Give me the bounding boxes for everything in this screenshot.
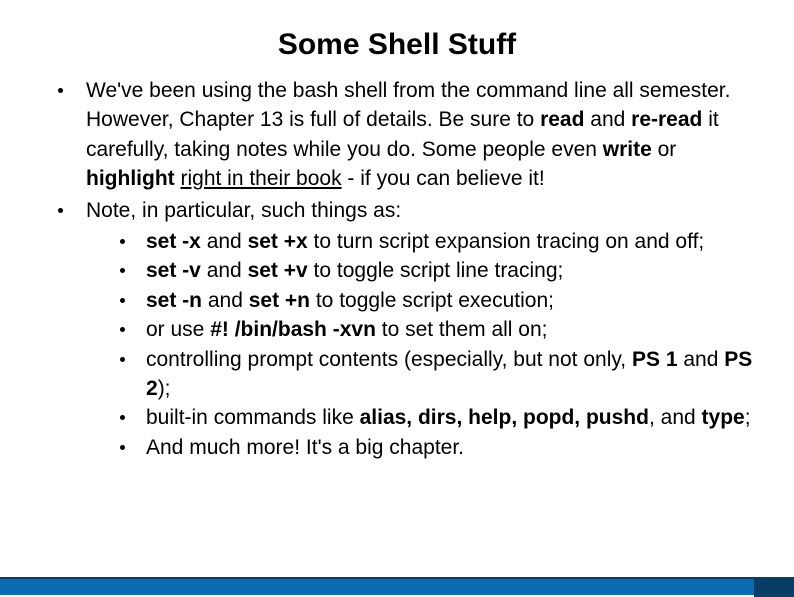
bold: set +x [248, 230, 308, 253]
slide-title: Some Shell Stuff [40, 28, 754, 62]
bold: type [702, 406, 745, 429]
text: And much more! It's a big chapter. [146, 436, 464, 459]
text: to set them all on; [376, 318, 548, 341]
bold: set -n [146, 289, 202, 312]
sub-item-5: controlling prompt contents (especially,… [120, 345, 754, 404]
bold: set -x [146, 230, 201, 253]
bold: PS 1 [632, 348, 678, 371]
text: built-in commands like [146, 406, 360, 429]
text: Note, in particular, such things as: [86, 199, 401, 222]
text: and [202, 289, 249, 312]
text: or use [146, 318, 210, 341]
bold: set +n [249, 289, 310, 312]
sub-item-6: built-in commands like alias, dirs, help… [120, 403, 754, 432]
text: and [201, 230, 248, 253]
bold: #! /bin/bash -xvn [210, 318, 376, 341]
bold-write: write [603, 138, 652, 161]
text: and [584, 108, 631, 131]
text: ); [158, 377, 171, 400]
text: controlling prompt contents (especially,… [146, 348, 632, 371]
bold: set +v [248, 259, 308, 282]
text: or [652, 138, 677, 161]
bullet-item-1: We've been using the bash shell from the… [58, 76, 754, 194]
text: - if you can believe it! [342, 167, 545, 190]
bold: alias, dirs, help, popd, pushd [360, 406, 649, 429]
bold-read: read [540, 108, 584, 131]
slide: Some Shell Stuff We've been using the ba… [0, 0, 794, 595]
text: to turn script expansion tracing on and … [308, 230, 705, 253]
text: and [678, 348, 725, 371]
bullet-list: We've been using the bash shell from the… [40, 76, 754, 462]
sub-item-3: set -n and set +n to toggle script execu… [120, 286, 754, 315]
bold: set -v [146, 259, 201, 282]
text: ; [745, 406, 751, 429]
text: to toggle script line tracing; [308, 259, 564, 282]
text: and [201, 259, 248, 282]
footer-bar [0, 577, 794, 595]
sub-item-1: set -x and set +x to turn script expansi… [120, 227, 754, 256]
sub-item-2: set -v and set +v to toggle script line … [120, 256, 754, 285]
sub-item-7: And much more! It's a big chapter. [120, 433, 754, 462]
bold-highlight: highlight [86, 167, 175, 190]
sub-bullet-list: set -x and set +x to turn script expansi… [86, 227, 754, 462]
underline-phrase: right in their book [180, 167, 341, 190]
text: , and [649, 406, 702, 429]
text: to toggle script execution; [310, 289, 554, 312]
sub-item-4: or use #! /bin/bash -xvn to set them all… [120, 315, 754, 344]
bold-reread: re-read [631, 108, 702, 131]
bullet-item-2: Note, in particular, such things as: set… [58, 196, 754, 463]
